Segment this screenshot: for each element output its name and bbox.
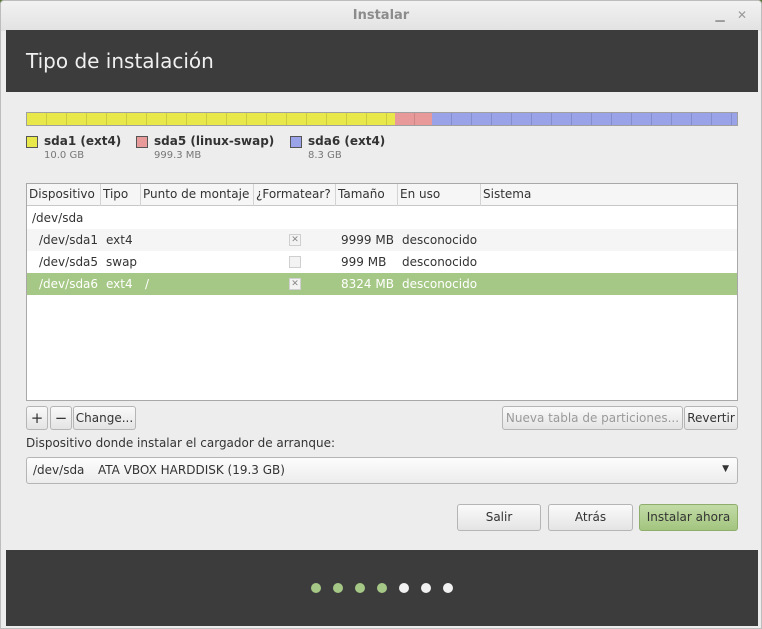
- row-size: 8324 MB: [341, 277, 394, 291]
- row-used: desconocido: [402, 233, 478, 247]
- legend-size: 10.0 GB: [44, 150, 85, 161]
- partition-bar-segment-sda1: [27, 113, 395, 125]
- column-header-type[interactable]: Tipo: [101, 184, 141, 206]
- bootloader-device-description: ATA VBOX HARDDISK (19.3 GB): [98, 463, 285, 477]
- progress-dot-completed: [377, 583, 387, 593]
- column-header-format[interactable]: ¿Formatear?: [254, 184, 336, 206]
- back-button[interactable]: Atrás: [548, 504, 633, 531]
- progress-footer: [6, 550, 758, 626]
- progress-dot-pending: [443, 583, 453, 593]
- format-checkbox[interactable]: ✕: [289, 234, 301, 246]
- column-header-size[interactable]: Tamaño: [336, 184, 398, 206]
- row-size: 9999 MB: [341, 233, 394, 247]
- progress-dot-pending: [421, 583, 431, 593]
- table-row-group[interactable]: /dev/sda: [27, 207, 737, 229]
- legend-label: sda5 (linux-swap): [154, 134, 275, 148]
- install-now-button[interactable]: Instalar ahora: [639, 504, 738, 531]
- row-device: /dev/sda1: [39, 233, 99, 247]
- dropdown-arrow-icon: ▼: [722, 464, 729, 474]
- progress-dot-pending: [399, 583, 409, 593]
- format-checkbox[interactable]: [289, 256, 301, 268]
- legend-swatch: [136, 136, 148, 148]
- table-row[interactable]: /dev/sda5 swap 999 MB desconocido: [27, 251, 737, 273]
- bootloader-label: Dispositivo donde instalar el cargador d…: [26, 436, 336, 450]
- row-used: desconocido: [402, 255, 478, 269]
- legend-swatch: [290, 136, 302, 148]
- minimize-icon[interactable]: ▁: [713, 8, 727, 22]
- format-checkbox[interactable]: ✕: [289, 278, 301, 290]
- bootloader-device-select[interactable]: /dev/sda ATA VBOX HARDDISK (19.3 GB) ▼: [26, 457, 738, 484]
- progress-dot-completed: [311, 583, 321, 593]
- window-title: Instalar: [352, 8, 410, 23]
- row-type: ext4: [106, 233, 133, 247]
- table-row[interactable]: /dev/sda1 ext4 ✕ 9999 MB desconocido: [27, 229, 737, 251]
- legend-label: sda6 (ext4): [308, 134, 386, 148]
- partition-bar-segment-sda6: [431, 113, 737, 125]
- revert-button[interactable]: Revertir: [684, 406, 738, 430]
- table-row-selected[interactable]: /dev/sda6 ext4 / ✕ 8324 MB desconocido: [27, 273, 737, 295]
- partition-bar-segment-sda5: [394, 113, 432, 125]
- row-used: desconocido: [402, 277, 478, 291]
- table-header: Dispositivo Tipo Punto de montaje ¿Forma…: [27, 184, 737, 206]
- page-header: Tipo de instalación: [6, 30, 758, 92]
- row-type: ext4: [106, 277, 133, 291]
- column-header-mount[interactable]: Punto de montaje: [141, 184, 254, 206]
- main-content: sda1 (ext4) 10.0 GB sda5 (linux-swap) 99…: [6, 92, 758, 550]
- progress-dot-completed: [355, 583, 365, 593]
- legend-size: 999.3 MB: [154, 150, 202, 161]
- progress-dot-completed: [333, 583, 343, 593]
- page-title: Tipo de instalación: [26, 49, 214, 73]
- legend-size: 8.3 GB: [308, 150, 342, 161]
- device-group-label: /dev/sda: [32, 211, 84, 225]
- legend-label: sda1 (ext4): [44, 134, 122, 148]
- bootloader-device: /dev/sda: [33, 463, 85, 477]
- quit-button[interactable]: Salir: [457, 504, 541, 531]
- remove-partition-button[interactable]: −: [50, 406, 72, 430]
- partition-bar: [26, 112, 738, 126]
- column-header-system[interactable]: Sistema: [481, 184, 737, 206]
- title-bar: Instalar ▁ ✕: [1, 1, 761, 31]
- close-icon[interactable]: ✕: [735, 8, 749, 22]
- row-device: /dev/sda6: [39, 277, 99, 291]
- column-header-used[interactable]: En uso: [398, 184, 481, 206]
- row-device: /dev/sda5: [39, 255, 99, 269]
- add-partition-button[interactable]: +: [26, 406, 48, 430]
- new-partition-table-button[interactable]: Nueva tabla de particiones...: [502, 406, 683, 430]
- row-type: swap: [106, 255, 138, 269]
- column-header-device[interactable]: Dispositivo: [27, 184, 101, 206]
- row-size: 999 MB: [341, 255, 387, 269]
- partition-table: Dispositivo Tipo Punto de montaje ¿Forma…: [26, 183, 738, 401]
- installer-window: Instalar ▁ ✕ Tipo de instalación sda1 (e…: [0, 0, 762, 629]
- row-mount: /: [145, 277, 150, 291]
- change-partition-button[interactable]: Change...: [73, 406, 136, 430]
- legend-swatch: [26, 136, 38, 148]
